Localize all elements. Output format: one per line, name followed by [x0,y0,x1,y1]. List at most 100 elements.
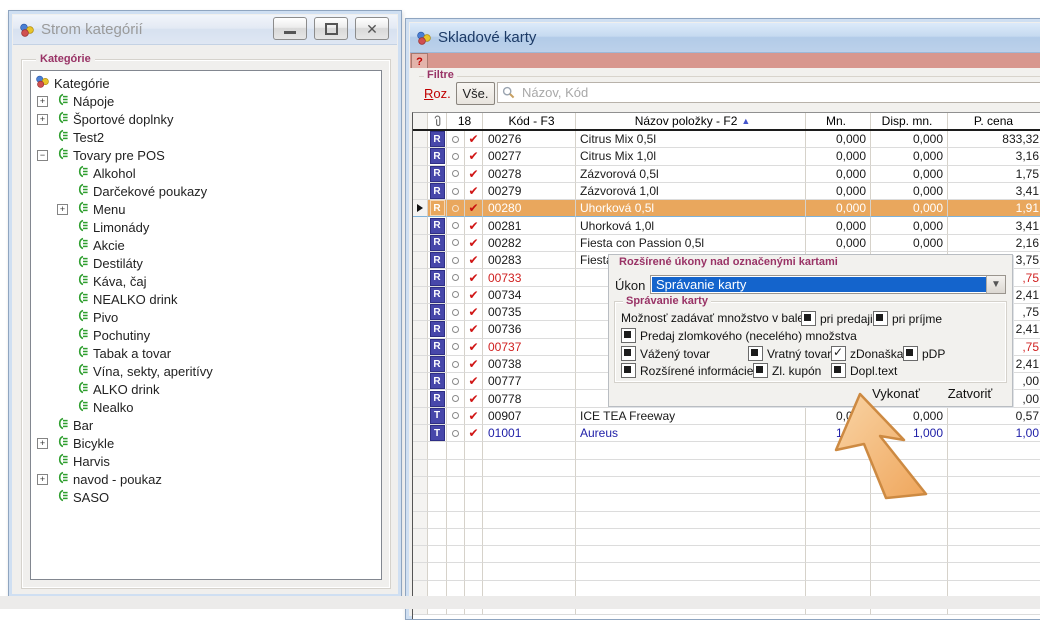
cell-disp[interactable]: 0,000 [871,183,948,200]
vse-button[interactable]: Vše. [456,82,495,105]
expand-icon[interactable]: + [37,438,48,449]
checkbox-filled-icon[interactable] [621,328,636,343]
cell-disp[interactable]: 0,000 [871,148,948,165]
tree-item[interactable]: Harvis [31,452,381,470]
cell-code[interactable]: 00733 [483,269,576,286]
cell-code[interactable]: 00734 [483,287,576,304]
checkbox-filled-icon[interactable] [748,346,763,361]
checkbox-filled-icon[interactable] [831,363,846,378]
tree-item[interactable]: Káva, čaj [31,272,381,290]
checkbox-filled-icon[interactable] [873,311,888,326]
cell-disp[interactable]: 0,000 [871,217,948,234]
tree-item[interactable]: Tabak a tovar [31,344,381,362]
cell-code[interactable]: 00277 [483,148,576,165]
chevron-down-icon[interactable]: ▼ [986,276,1005,293]
cell-code[interactable]: 00279 [483,183,576,200]
titlebar-stock-cards[interactable]: Skladové karty [410,23,1040,53]
cell-code[interactable]: 00737 [483,339,576,356]
tree-item[interactable]: Test2 [31,128,381,146]
cell-price[interactable]: 3,41 [948,183,1040,200]
tree-item[interactable]: Pochutiny [31,326,381,344]
cell-mn[interactable]: 0,000 [806,408,871,425]
tree-item[interactable]: ALKO drink [31,380,381,398]
cell-code[interactable]: 00907 [483,408,576,425]
execute-button[interactable]: Vykonať [861,386,931,402]
tree-item[interactable]: + Nápoje [31,92,381,110]
cell-price[interactable]: 3,41 [948,217,1040,234]
checkbox-Dopl.text[interactable]: Dopl.text [831,363,897,378]
checkbox-filled-icon[interactable] [801,311,816,326]
expand-icon[interactable]: + [37,96,48,107]
roz-link[interactable]: Roz. [424,86,451,101]
cell-mn[interactable]: 0,000 [806,183,871,200]
table-row[interactable]: R✔00277Citrus Mix 1,0l0,0000,0003,16 [413,148,1040,165]
tree-item[interactable]: Pivo [31,308,381,326]
checkbox-pri predaji[interactable]: pri predaji [801,311,873,326]
table-row[interactable]: R✔00281Uhorková 1,0l0,0000,0003,41 [413,217,1040,234]
tree-item[interactable]: + Športové doplnky [31,110,381,128]
tree-item[interactable]: Darčekové poukazy [31,182,381,200]
cell-disp[interactable]: 0,000 [871,200,948,217]
cell-price[interactable]: 2,16 [948,235,1040,252]
checkbox-filled-icon[interactable] [621,363,636,378]
checkbox-pri príjme[interactable]: pri príjme [873,311,942,326]
cell-name[interactable]: Citrus Mix 0,5l [576,131,806,148]
cell-name[interactable]: Aureus [576,425,806,442]
cell-mn[interactable]: 0,000 [806,166,871,183]
checkbox-Vratný tovar[interactable]: Vratný tovar [748,346,831,361]
search-input[interactable] [520,84,1040,101]
close-button[interactable]: ✕ [355,17,389,40]
tree-item[interactable]: + Bicykle [31,434,381,452]
checkbox-filled-icon[interactable] [903,346,918,361]
tree-item[interactable]: NEALKO drink [31,290,381,308]
checkbox-Vážený tovar[interactable]: Vážený tovar [621,346,710,361]
cell-price[interactable]: 833,32 [948,131,1040,148]
table-row[interactable]: R✔00276Citrus Mix 0,5l0,0000,000833,32 [413,131,1040,148]
cell-name[interactable]: Zázvorová 1,0l [576,183,806,200]
cell-code[interactable]: 00735 [483,304,576,321]
table-row[interactable]: R✔00282Fiesta con Passion 0,5l0,0000,000… [413,235,1040,252]
maximize-button[interactable] [314,17,348,40]
cell-code[interactable]: 00278 [483,166,576,183]
header-name[interactable]: Názov položky - F2 ▲ [576,113,806,129]
close-popup-button[interactable]: Zatvoriť [939,386,1001,402]
action-combobox[interactable]: Správanie karty ▼ [650,275,1006,294]
cell-code[interactable]: 00736 [483,321,576,338]
cell-name[interactable]: Uhorková 0,5l [576,200,806,217]
tree-item[interactable]: + Menu [31,200,381,218]
header-code[interactable]: Kód - F3 [483,113,576,129]
tree-item[interactable]: Limonády [31,218,381,236]
header-disp[interactable]: Disp. mn. [871,113,948,129]
cell-code[interactable]: 00280 [483,200,576,217]
cell-code[interactable]: 00282 [483,235,576,252]
cell-mn[interactable]: 0,000 [806,148,871,165]
checkbox-pDP[interactable]: pDP [903,346,945,361]
cell-name[interactable]: Fiesta con Passion 0,5l [576,235,806,252]
cell-mn[interactable]: 0,000 [806,235,871,252]
tree-item[interactable]: Alkohol [31,164,381,182]
tree-item[interactable]: Destiláty [31,254,381,272]
tree-item[interactable]: Akcie [31,236,381,254]
table-row[interactable]: T✔00907ICE TEA Freeway0,0000,0000,57 [413,408,1040,425]
header-price[interactable]: P. cena [948,113,1040,129]
checkbox-Predaj zlomkového (necelého) množstva[interactable]: Predaj zlomkového (necelého) množstva [621,328,857,343]
header-mn[interactable]: Mn. [806,113,871,129]
checkbox-checked-icon[interactable] [831,346,846,361]
collapse-icon[interactable]: − [37,150,48,161]
cell-name[interactable]: Uhorková 1,0l [576,217,806,234]
cell-price[interactable]: 1,91 [948,200,1040,217]
cell-price[interactable]: 0,57 [948,408,1040,425]
cell-mn[interactable]: 0,000 [806,200,871,217]
tree-item[interactable]: − Tovary pre POS [31,146,381,164]
cell-disp[interactable]: 0,000 [871,166,948,183]
cell-price[interactable]: 1,00 [948,425,1040,442]
cell-code[interactable]: 00738 [483,356,576,373]
cell-name[interactable]: ICE TEA Freeway [576,408,806,425]
cell-code[interactable]: 00281 [483,217,576,234]
cell-code[interactable]: 00283 [483,252,576,269]
cell-code[interactable]: 00778 [483,390,576,407]
cell-mn[interactable]: 1,000 [806,425,871,442]
tree-item[interactable]: SASO [31,488,381,506]
cell-code[interactable]: 00777 [483,373,576,390]
table-row[interactable]: R✔00280Uhorková 0,5l0,0000,0001,91 [413,200,1040,217]
